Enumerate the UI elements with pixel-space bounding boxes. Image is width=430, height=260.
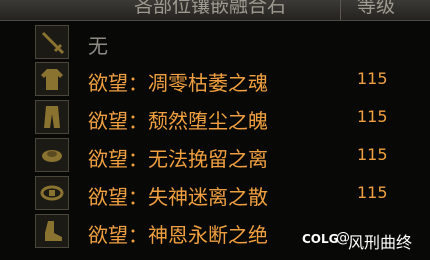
item-name: 无 xyxy=(88,34,108,58)
shoes-slot-icon xyxy=(35,214,69,248)
item-name: 欲望：神恩永断之绝 xyxy=(88,223,268,247)
item-level: 115 xyxy=(357,145,388,164)
item-name: 欲望：失神迷离之散 xyxy=(88,185,268,209)
watermark: COLG @ 风刑曲终 xyxy=(298,228,430,252)
fusion-stone-panel: 吝部位镶嵌融合石 等级 无 欲望：凋零枯萎之魂 115 欲望：颓然堕尘之魄 11… xyxy=(0,0,430,260)
item-level: 115 xyxy=(357,183,388,202)
weapon-slot-icon xyxy=(35,25,69,59)
item-name: 欲望：凋零枯萎之魂 xyxy=(88,71,268,95)
watermark-logo: COLG xyxy=(302,232,339,246)
name-column-header: 吝部位镶嵌融合石 xyxy=(133,0,286,17)
shoulder-slot-icon xyxy=(35,138,69,172)
bottom-armor-slot-icon xyxy=(35,100,69,134)
table-header: 吝部位镶嵌融合石 等级 xyxy=(0,0,430,21)
watermark-author: 风刑曲终 xyxy=(348,233,413,252)
item-name: 欲望：无法挽留之离 xyxy=(88,147,268,171)
top-armor-slot-icon xyxy=(35,62,69,96)
belt-slot-icon xyxy=(35,176,69,210)
item-name: 欲望：颓然堕尘之魄 xyxy=(88,109,268,133)
level-column-header: 等级 xyxy=(356,0,395,17)
item-level: 115 xyxy=(357,69,388,88)
item-level: 115 xyxy=(357,107,388,126)
